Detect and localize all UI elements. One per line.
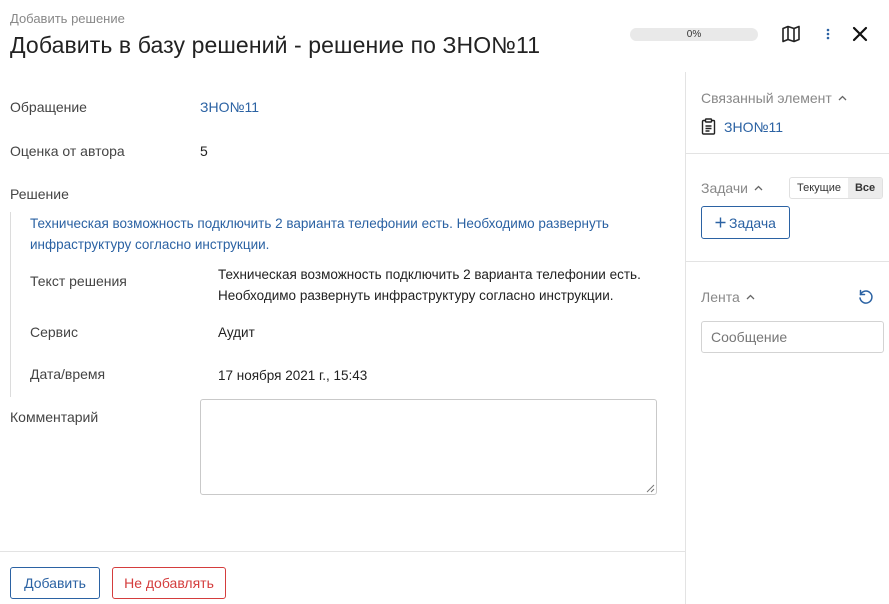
chevron-up-icon [754, 185, 763, 191]
add-task-button[interactable]: Задача [701, 206, 790, 239]
more-options-button[interactable] [816, 22, 840, 46]
request-label: Обращение [10, 99, 87, 115]
related-section-header[interactable]: Связанный элемент [701, 90, 847, 106]
rating-value: 5 [200, 143, 208, 159]
solution-text-label: Текст решения [30, 273, 127, 289]
feed-title: Лента [701, 289, 740, 305]
plus-icon [715, 217, 726, 228]
message-input[interactable] [701, 321, 884, 353]
tasks-filter-current[interactable]: Текущие [790, 178, 848, 198]
footer: Добавить Не добавлять [0, 551, 686, 604]
sidebar: Связанный элемент ЗНО№11 Задачи Текущие … [685, 72, 889, 604]
tasks-filter-toggle: Текущие Все [789, 177, 884, 199]
related-link-label: ЗНО№11 [724, 118, 784, 135]
header: Добавить решение Добавить в базу решений… [0, 0, 889, 72]
add-button[interactable]: Добавить [10, 567, 100, 599]
page-title: Добавить в базу решений - решение по ЗНО… [10, 32, 541, 58]
tasks-title: Задачи [701, 180, 749, 196]
solution-text-value: Техническая возможность подключить 2 вар… [218, 267, 641, 303]
chevron-up-icon [838, 95, 847, 101]
refresh-icon[interactable] [857, 288, 875, 306]
solution-summary-link[interactable]: Техническая возможность подключить 2 вар… [30, 213, 630, 255]
solution-block: Техническая возможность подключить 2 вар… [10, 212, 660, 397]
close-icon [852, 26, 868, 42]
request-link[interactable]: ЗНО№11 [200, 99, 259, 115]
related-title: Связанный элемент [701, 90, 832, 106]
comment-label: Комментарий [10, 409, 99, 425]
map-button[interactable] [779, 22, 803, 46]
related-element-link[interactable]: ЗНО№11 [701, 118, 783, 135]
skip-button[interactable]: Не добавлять [112, 567, 226, 599]
rating-label: Оценка от автора [10, 143, 125, 159]
tasks-section-header[interactable]: Задачи [701, 180, 763, 196]
feed-section-header[interactable]: Лента [701, 289, 755, 305]
clipboard-icon [701, 118, 716, 135]
service-link[interactable]: Аудит [218, 322, 255, 343]
sidebar-divider [686, 153, 889, 154]
map-icon [782, 25, 800, 43]
comment-textarea[interactable] [200, 399, 657, 495]
more-vertical-icon [826, 28, 830, 40]
add-task-label: Задача [729, 214, 776, 231]
datetime-label: Дата/время [30, 366, 106, 382]
chevron-up-icon [746, 294, 755, 300]
progress-bar: 0% [630, 28, 758, 41]
service-label: Сервис [30, 324, 78, 340]
breadcrumb: Добавить решение [10, 11, 125, 26]
close-button[interactable] [848, 22, 872, 46]
main-form: Обращение ЗНО№11 Оценка от автора 5 Реше… [0, 72, 686, 604]
tasks-filter-all[interactable]: Все [847, 178, 883, 198]
solution-label: Решение [10, 186, 69, 202]
progress-text: 0% [686, 29, 702, 40]
datetime-value: 17 ноября 2021 г., 15:43 [218, 368, 368, 383]
sidebar-divider [686, 261, 889, 262]
resize-grip-icon[interactable] [646, 484, 655, 493]
